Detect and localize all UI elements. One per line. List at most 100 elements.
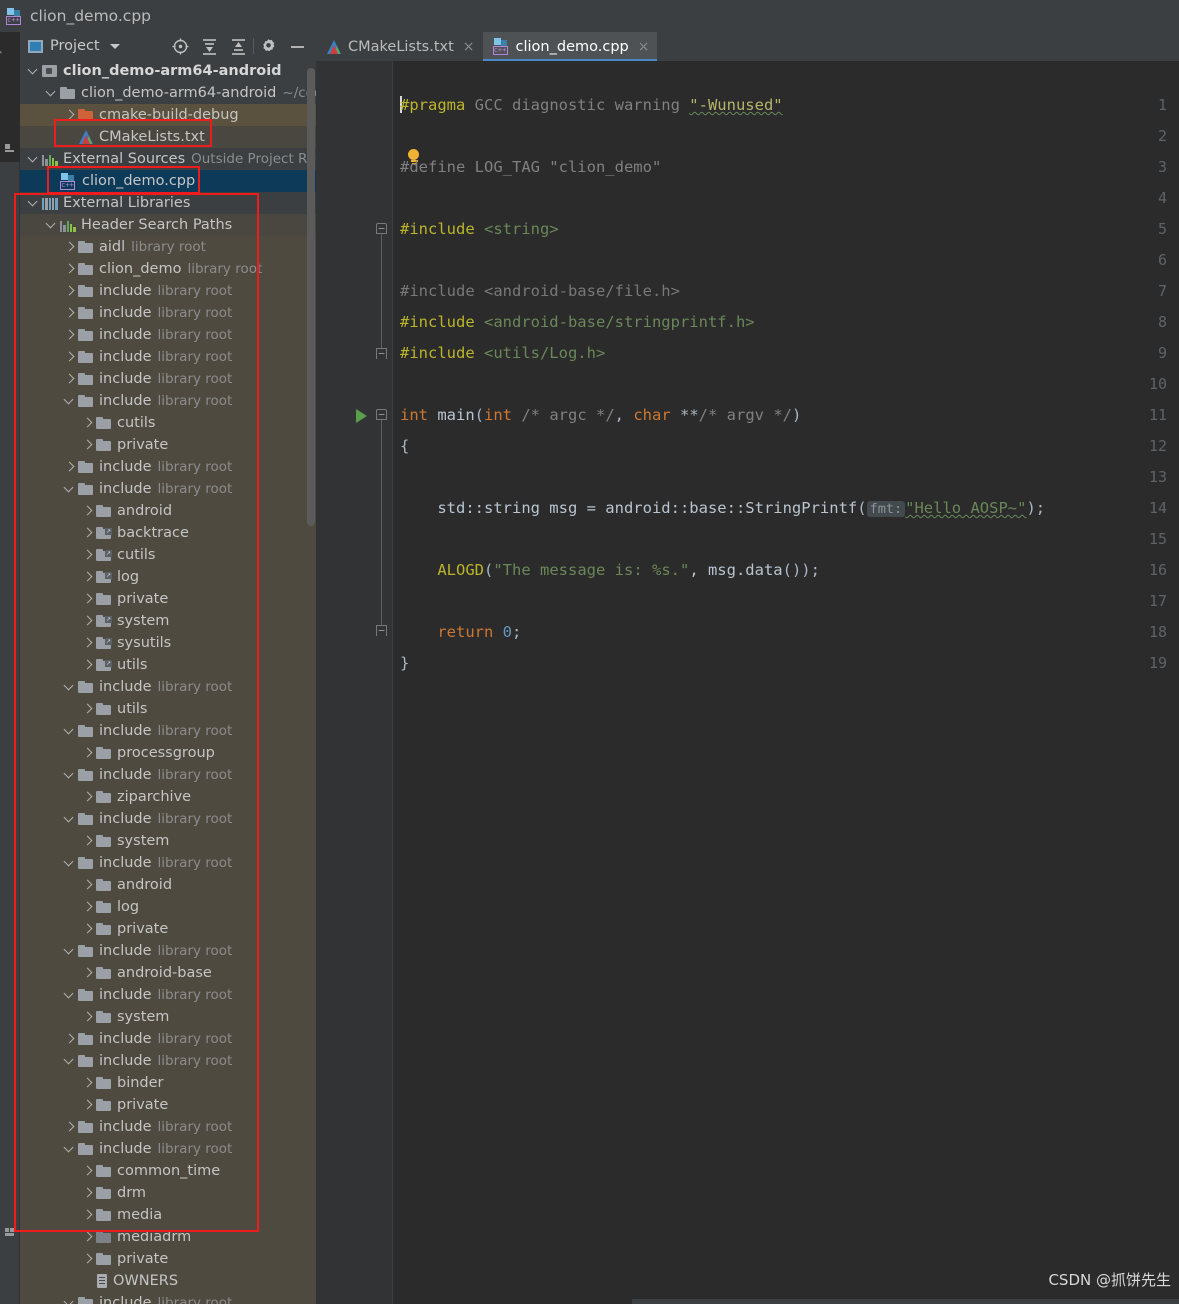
tree-row[interactable]: include library root <box>20 368 316 390</box>
chevron-right-icon[interactable] <box>80 588 96 610</box>
collapse-all-icon[interactable] <box>230 38 247 55</box>
chevron-down-icon[interactable] <box>62 1292 78 1304</box>
chevron-down-icon[interactable] <box>26 192 42 214</box>
fold-marker-icon[interactable]: − <box>376 409 387 420</box>
chevron-right-icon[interactable] <box>80 896 96 918</box>
chevron-right-icon[interactable] <box>80 544 96 566</box>
tree-row[interactable]: clion_demo-arm64-android~/code/ <box>20 82 316 104</box>
tree-row[interactable]: private <box>20 434 316 456</box>
tree-row[interactable]: include library root <box>20 324 316 346</box>
chevron-down-icon[interactable] <box>62 720 78 742</box>
chevron-right-icon[interactable] <box>80 1072 96 1094</box>
chevron-right-icon[interactable] <box>62 346 78 368</box>
chevron-down-icon[interactable] <box>44 214 60 236</box>
tree-row[interactable]: include library root <box>20 1116 316 1138</box>
chevron-down-icon[interactable] <box>62 852 78 874</box>
chevron-down-icon[interactable] <box>62 478 78 500</box>
chevron-right-icon[interactable] <box>80 632 96 654</box>
chevron-right-icon[interactable] <box>80 1094 96 1116</box>
chevron-right-icon[interactable] <box>80 1226 96 1248</box>
tree-row[interactable]: cmake-build-debug <box>20 104 316 126</box>
fold-marker-icon[interactable]: − <box>376 348 387 359</box>
tree-row[interactable]: private <box>20 588 316 610</box>
chevron-right-icon[interactable] <box>80 962 96 984</box>
tree-row[interactable]: include library root <box>20 302 316 324</box>
tree-row[interactable]: include library root <box>20 478 316 500</box>
tree-row[interactable]: include library root <box>20 346 316 368</box>
tree-row[interactable]: ↗ cutils <box>20 544 316 566</box>
tree-row[interactable]: include library root <box>20 390 316 412</box>
minimize-icon[interactable] <box>289 38 306 55</box>
tree-row[interactable]: External Libraries <box>20 192 316 214</box>
chevron-right-icon[interactable] <box>62 236 78 258</box>
tree-row[interactable]: clion_demo-arm64-android <box>20 60 316 82</box>
chevron-down-icon[interactable] <box>62 940 78 962</box>
tree-row[interactable]: ↗ backtrace <box>20 522 316 544</box>
tree-row[interactable]: Header Search Paths <box>20 214 316 236</box>
chevron-right-icon[interactable] <box>62 302 78 324</box>
tree-scrollbar[interactable] <box>307 68 315 526</box>
close-icon[interactable]: × <box>638 39 650 55</box>
tree-row[interactable]: drm <box>20 1182 316 1204</box>
chevron-right-icon[interactable] <box>80 698 96 720</box>
chevron-down-icon[interactable] <box>62 984 78 1006</box>
tree-row[interactable]: include library root <box>20 280 316 302</box>
chevron-right-icon[interactable] <box>80 610 96 632</box>
chevron-right-icon[interactable] <box>62 258 78 280</box>
tree-row[interactable]: mediadrm <box>20 1226 316 1248</box>
tree-row[interactable]: private <box>20 1094 316 1116</box>
tree-row[interactable]: android-base <box>20 962 316 984</box>
tree-row[interactable]: system <box>20 830 316 852</box>
tree-row[interactable]: include library root <box>20 764 316 786</box>
chevron-right-icon[interactable] <box>62 280 78 302</box>
chevron-down-icon[interactable] <box>62 1050 78 1072</box>
chevron-down-icon[interactable] <box>62 764 78 786</box>
tree-row[interactable]: include library root <box>20 456 316 478</box>
tree-row[interactable]: android <box>20 500 316 522</box>
tree-row[interactable]: aidl library root <box>20 236 316 258</box>
chevron-right-icon[interactable] <box>80 1182 96 1204</box>
chevron-right-icon[interactable] <box>80 1248 96 1270</box>
chevron-down-icon[interactable] <box>62 676 78 698</box>
chevron-right-icon[interactable] <box>80 786 96 808</box>
close-icon[interactable]: × <box>463 39 475 55</box>
tree-row[interactable]: android <box>20 874 316 896</box>
fold-marker-icon[interactable]: − <box>376 223 387 234</box>
chevron-right-icon[interactable] <box>62 104 78 126</box>
gear-icon[interactable] <box>260 38 277 55</box>
chevron-down-icon[interactable] <box>62 808 78 830</box>
tree-row[interactable]: include library root <box>20 720 316 742</box>
run-main-icon[interactable] <box>356 409 367 423</box>
chevron-right-icon[interactable] <box>62 456 78 478</box>
tree-row[interactable]: include library root <box>20 940 316 962</box>
chevron-down-icon[interactable] <box>26 60 42 82</box>
chevron-right-icon[interactable] <box>80 654 96 676</box>
tree-row[interactable]: include library root <box>20 676 316 698</box>
tree-row[interactable]: private <box>20 1248 316 1270</box>
tree-row[interactable]: include library root <box>20 852 316 874</box>
tree-row[interactable]: binder <box>20 1072 316 1094</box>
editor-tab-cmakelists[interactable]: CMakeLists.txt × <box>316 32 483 61</box>
tree-row[interactable]: common_time <box>20 1160 316 1182</box>
tree-row[interactable]: OWNERS <box>20 1270 316 1292</box>
chevron-right-icon[interactable] <box>80 874 96 896</box>
chevron-right-icon[interactable] <box>80 412 96 434</box>
tree-row[interactable]: processgroup <box>20 742 316 764</box>
chevron-right-icon[interactable] <box>62 1116 78 1138</box>
chevron-down-icon[interactable] <box>109 43 120 49</box>
tree-row[interactable]: utils <box>20 698 316 720</box>
tree-row[interactable]: include library root <box>20 1292 316 1304</box>
tree-row[interactable]: include library root <box>20 1050 316 1072</box>
tree-row[interactable]: media <box>20 1204 316 1226</box>
tree-row[interactable]: system <box>20 1006 316 1028</box>
chevron-right-icon[interactable] <box>80 566 96 588</box>
chevron-down-icon[interactable] <box>62 390 78 412</box>
tree-row[interactable]: ziparchive <box>20 786 316 808</box>
tree-row[interactable]: log <box>20 896 316 918</box>
tree-row[interactable]: c++ clion_demo.cpp <box>20 170 316 192</box>
chevron-right-icon[interactable] <box>62 324 78 346</box>
tree-row[interactable]: private <box>20 918 316 940</box>
chevron-right-icon[interactable] <box>62 368 78 390</box>
tree-row[interactable]: ↗ system <box>20 610 316 632</box>
chevron-right-icon[interactable] <box>80 522 96 544</box>
